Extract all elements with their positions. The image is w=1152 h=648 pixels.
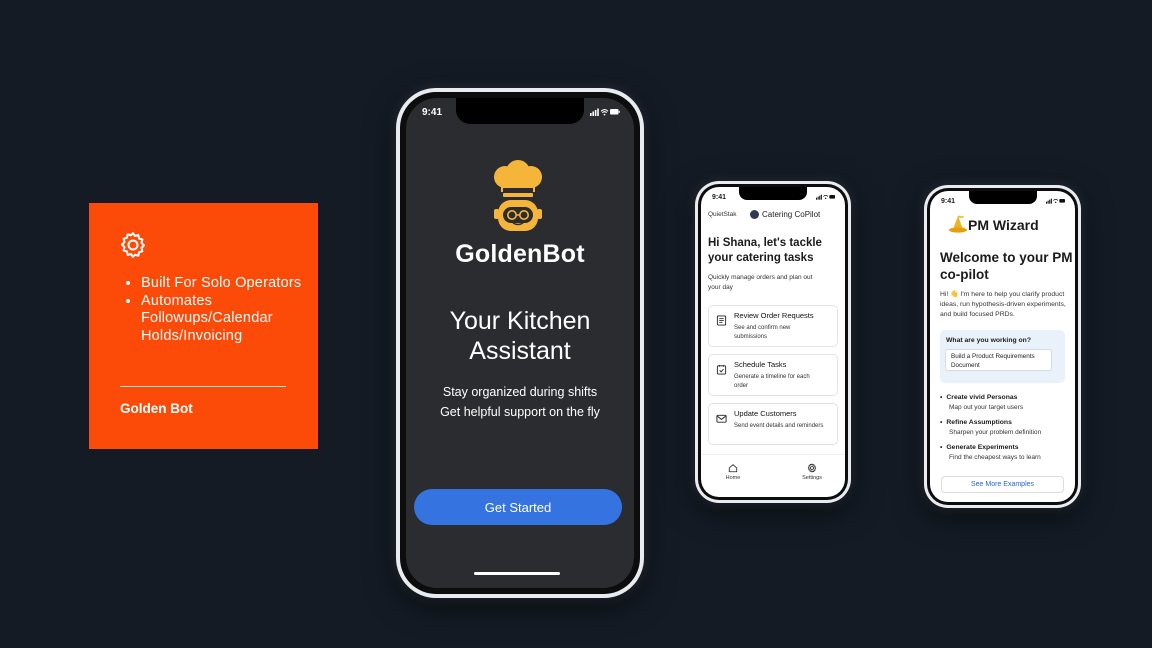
company-name: QuietStak: [708, 211, 737, 218]
signal-wifi-battery-icon: [1046, 198, 1065, 204]
feature-title: Generate Experiments: [940, 444, 1065, 451]
task-description: See and confirm new submissions: [734, 325, 791, 340]
task-description: Generate a timeline for each order: [734, 374, 810, 389]
calendar-check-icon: [716, 364, 727, 375]
tab-label: Home: [725, 475, 741, 481]
task-description: Send event details and reminders: [734, 423, 824, 429]
gear-icon: [121, 232, 145, 258]
app-name: PM Wizard: [968, 217, 1039, 233]
tab-home[interactable]: Home: [713, 463, 753, 481]
feature-title: Create vivid Personas: [940, 394, 1065, 401]
get-started-button[interactable]: Get Started: [414, 489, 622, 525]
divider: [120, 386, 286, 387]
info-card: Built For Solo Operators Automates Follo…: [89, 203, 318, 449]
headline: Your Kitchen Assistant: [406, 306, 634, 366]
goldenbot-phone: 9:41 GoldenBot Your Kitchen Assistant St…: [396, 88, 644, 598]
pmwizard-screen: 9:41 PM Wizard Welcome to your PM co-pil…: [930, 191, 1075, 502]
status-icons: [1046, 198, 1066, 204]
task-title: Schedule Tasks: [734, 360, 787, 369]
status-icons: [590, 108, 620, 116]
headline-line: Assistant: [469, 337, 571, 365]
document-icon: [716, 315, 727, 326]
tab-settings[interactable]: Settings: [792, 463, 832, 481]
feature-list: Built For Solo Operators Automates Follo…: [125, 275, 321, 345]
signal-wifi-battery-icon: [590, 108, 620, 116]
welcome-heading: Welcome to your PM co-pilot: [940, 250, 1073, 282]
feature-description: Find the cheapest ways to learn: [949, 454, 1041, 461]
feature-item: Automates Followups/Calendar Holds/Invoi…: [141, 293, 321, 346]
signal-wifi-battery-icon: [816, 194, 835, 200]
notch: [456, 98, 584, 124]
chef-robot-icon: [494, 160, 542, 231]
see-more-examples-button[interactable]: See More Examples: [941, 476, 1064, 493]
notch: [739, 187, 807, 200]
prompt-box: What are you working on? Build a Product…: [940, 330, 1065, 383]
subtitle-line: Stay organized during shifts: [442, 385, 598, 399]
status-icons: [816, 194, 836, 200]
brand-name: GoldenBot: [455, 240, 585, 268]
greeting-subtitle: Quickly manage orders and plan out your …: [708, 274, 813, 291]
feature-item: Built For Solo Operators: [141, 275, 321, 293]
pmwizard-phone: 9:41 PM Wizard Welcome to your PM co-pil…: [924, 185, 1081, 508]
intro-text: Hi! 👋 I'm here to help you clarify produ…: [940, 291, 1066, 318]
catering-screen: 9:41 QuietStak Catering CoPilot Hi Shana…: [701, 187, 845, 497]
prompt-question: What are you working on?: [946, 337, 1031, 344]
gear-icon: [807, 463, 817, 473]
subtitle-line: Get helpful support on the fly: [440, 405, 600, 419]
task-card-review-orders[interactable]: Review Order Requests See and confirm ne…: [708, 305, 838, 347]
task-title: Update Customers: [734, 409, 797, 418]
headline-line: Your Kitchen: [449, 307, 591, 335]
feature-description: Map out your target users: [949, 404, 1024, 411]
status-time: 9:41: [941, 198, 956, 205]
task-card-schedule-tasks[interactable]: Schedule Tasks Generate a timeline for e…: [708, 354, 838, 396]
home-indicator: [474, 572, 560, 575]
feature-item: Create vivid Personas Map out your targe…: [940, 394, 1065, 411]
mail-icon: [716, 414, 727, 423]
card-title: Golden Bot: [120, 401, 193, 416]
tab-label: Settings: [802, 475, 822, 481]
feature-item: Refine Assumptions Sharpen your problem …: [940, 419, 1065, 436]
task-card-update-customers[interactable]: Update Customers Send event details and …: [708, 403, 838, 445]
prompt-answer-input[interactable]: Build a Product Requirements Document: [945, 349, 1052, 371]
status-time: 9:41: [712, 194, 727, 201]
app-logo-icon: [750, 210, 759, 219]
tab-bar: Home Settings: [701, 454, 845, 497]
wizard-hat-icon: [949, 215, 967, 233]
goldenbot-screen: 9:41 GoldenBot Your Kitchen Assistant St…: [406, 98, 634, 588]
feature-title: Refine Assumptions: [940, 419, 1065, 426]
status-time: 9:41: [422, 107, 443, 118]
feature-item: Generate Experiments Find the cheapest w…: [940, 444, 1065, 461]
greeting: Hi Shana, let's tackle your catering tas…: [708, 237, 822, 264]
app-name: Catering CoPilot: [762, 210, 821, 219]
home-icon: [728, 464, 738, 473]
task-title: Review Order Requests: [734, 311, 814, 320]
catering-phone: 9:41 QuietStak Catering CoPilot Hi Shana…: [695, 181, 851, 503]
feature-description: Sharpen your problem definition: [949, 429, 1042, 436]
notch: [969, 191, 1037, 204]
